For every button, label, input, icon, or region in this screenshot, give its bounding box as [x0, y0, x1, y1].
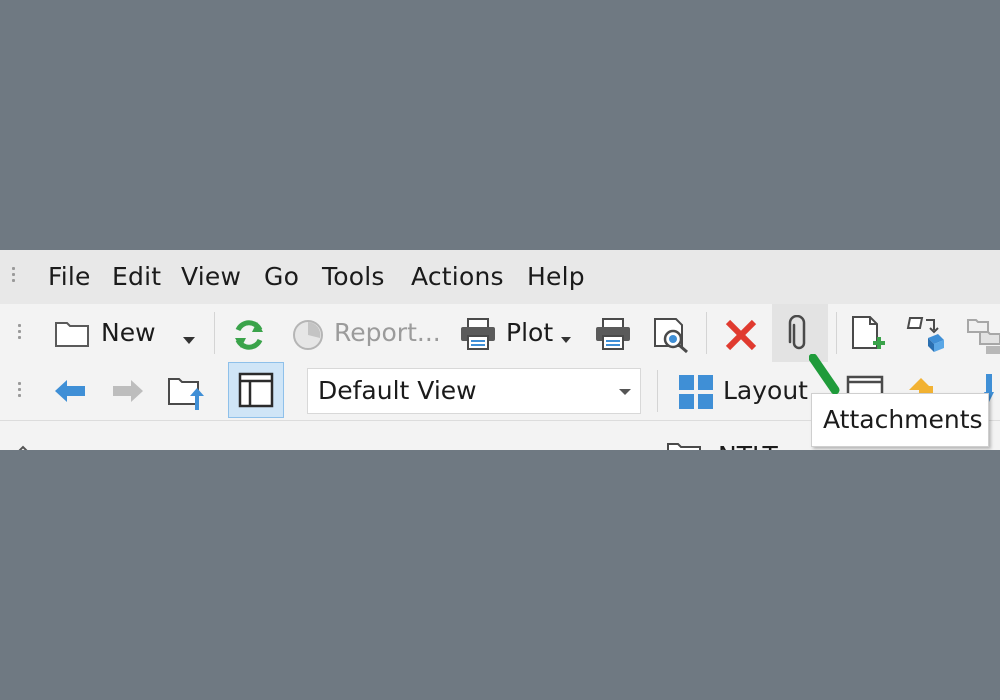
menu-view[interactable]: View — [181, 260, 241, 294]
print-preview-icon[interactable] — [652, 316, 692, 358]
app-window-crop: File Edit View Go Tools Actions Help New — [0, 250, 1000, 450]
printer-icon[interactable] — [459, 317, 497, 355]
menu-edit[interactable]: Edit — [112, 260, 161, 294]
folders-icon[interactable] — [966, 316, 1000, 358]
new-document-icon[interactable] — [850, 314, 888, 358]
back-arrow-icon[interactable] — [53, 378, 87, 408]
pane-layout-icon — [238, 372, 274, 412]
chevron-down-icon[interactable] — [619, 389, 631, 395]
delete-icon[interactable] — [724, 318, 758, 356]
plot-button-label[interactable]: Plot — [506, 316, 553, 350]
folder-small-icon — [666, 441, 704, 450]
annotation-pointer-icon — [808, 353, 841, 398]
layout-button-label[interactable]: Layout — [723, 374, 808, 408]
new-button-label[interactable]: New — [101, 316, 156, 350]
folder-icon[interactable] — [54, 318, 90, 352]
menu-go[interactable]: Go — [264, 260, 299, 294]
new-dropdown-arrow-icon[interactable] — [183, 330, 195, 349]
menu-help[interactable]: Help — [527, 260, 585, 294]
folder-up-icon[interactable] — [166, 374, 206, 416]
plot-dropdown-arrow-icon[interactable] — [561, 329, 571, 348]
toolbar-main: New Report... Plot — [0, 304, 1000, 362]
toolbar-separator — [706, 312, 707, 354]
toolbar-separator — [214, 312, 215, 354]
paperclip-icon[interactable] — [787, 314, 811, 357]
refresh-icon[interactable] — [230, 316, 268, 358]
chevron-icon[interactable] — [14, 441, 32, 450]
forward-arrow-icon[interactable] — [111, 378, 145, 408]
view-pane-toggle[interactable] — [228, 362, 284, 418]
toolbar-separator — [657, 370, 658, 412]
report-button-label[interactable]: Report... — [334, 316, 441, 350]
report-icon[interactable] — [291, 318, 325, 356]
attachments-tooltip: Attachments — [811, 393, 989, 447]
toolbar-grip-icon[interactable] — [18, 324, 22, 342]
menu-actions[interactable]: Actions — [411, 260, 504, 294]
menu-bar: File Edit View Go Tools Actions Help — [0, 250, 1000, 304]
view-select[interactable]: Default View — [307, 368, 641, 414]
toolbar-separator — [836, 312, 837, 354]
menu-file[interactable]: File — [48, 260, 91, 294]
view-select-value: Default View — [318, 376, 477, 405]
print-icon[interactable] — [594, 317, 632, 355]
toolbar-grip-icon[interactable] — [18, 382, 22, 400]
layout-grid-icon[interactable] — [677, 373, 715, 415]
menu-tools[interactable]: Tools — [322, 260, 385, 294]
partial-folder-label: NTLT — [718, 439, 778, 450]
tooltip-text: Attachments — [823, 405, 983, 434]
menu-grip-icon[interactable] — [12, 267, 16, 285]
move-objects-icon[interactable] — [906, 314, 946, 358]
